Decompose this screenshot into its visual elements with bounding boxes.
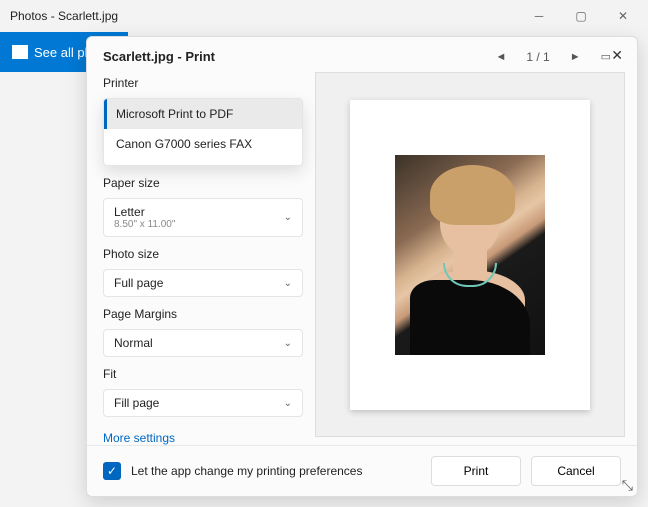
printer-option[interactable]: Canon G7000 series [104, 159, 302, 166]
preview-photo [395, 155, 545, 355]
prev-page-icon[interactable]: ◄ [495, 51, 506, 63]
print-preview [315, 72, 625, 437]
page-navigator: ◄ 1 / 1 ► ▭ [495, 50, 621, 64]
chevron-down-icon: ⌄ [284, 278, 292, 289]
printer-dropdown-open[interactable]: Microsoft Print to PDF Canon G7000 serie… [103, 98, 303, 166]
print-options-panel: Printer Microsoft Print to PDF Canon G70… [103, 72, 303, 445]
photo-size-label: Photo size [103, 247, 303, 261]
margins-value: Normal [114, 336, 153, 350]
printer-label: Printer [103, 76, 303, 90]
dialog-header: Scarlett.jpg - Print ◄ 1 / 1 ► ▭ [87, 37, 637, 72]
fit-page-icon[interactable]: ▭ [601, 50, 611, 63]
paper-size-select[interactable]: Letter 8.50" x 11.00" ⌄ [103, 198, 303, 237]
chevron-down-icon: ⌄ [284, 398, 292, 409]
more-settings-link[interactable]: More settings [103, 431, 303, 445]
window-title: Photos - Scarlett.jpg [10, 9, 118, 23]
window-controls: ─ ▢ ✕ [518, 2, 644, 30]
paper-size-sub: 8.50" x 11.00" [114, 219, 175, 230]
close-button[interactable]: ✕ [602, 2, 644, 30]
fit-value: Fill page [114, 396, 159, 410]
print-button[interactable]: Print [431, 456, 521, 486]
chevron-down-icon: ⌄ [284, 212, 292, 223]
preview-page [350, 100, 590, 410]
maximize-button[interactable]: ▢ [560, 2, 602, 30]
printer-option[interactable]: Microsoft Print to PDF [104, 99, 302, 129]
dialog-footer: ✓ Let the app change my printing prefere… [87, 445, 637, 496]
resize-grip-icon[interactable]: ⤡ [622, 477, 633, 494]
photos-icon [12, 45, 28, 59]
close-icon[interactable]: ✕ [611, 47, 623, 64]
next-page-icon[interactable]: ► [570, 51, 581, 63]
print-dialog: ✕ Scarlett.jpg - Print ◄ 1 / 1 ► ▭ Print… [86, 36, 638, 497]
preferences-checkbox[interactable]: ✓ [103, 462, 121, 480]
page-indicator: 1 / 1 [526, 50, 549, 64]
preferences-label: Let the app change my printing preferenc… [131, 464, 362, 478]
minimize-button[interactable]: ─ [518, 2, 560, 30]
paper-size-label: Paper size [103, 176, 303, 190]
margins-label: Page Margins [103, 307, 303, 321]
cancel-button[interactable]: Cancel [531, 456, 621, 486]
titlebar: Photos - Scarlett.jpg ─ ▢ ✕ [0, 0, 648, 32]
paper-size-value: Letter [114, 205, 145, 219]
dialog-title: Scarlett.jpg - Print [103, 49, 215, 64]
fit-select[interactable]: Fill page ⌄ [103, 389, 303, 417]
printer-option[interactable]: Canon G7000 series FAX [104, 129, 302, 159]
photo-size-value: Full page [114, 276, 163, 290]
margins-select[interactable]: Normal ⌄ [103, 329, 303, 357]
chevron-down-icon: ⌄ [284, 338, 292, 349]
fit-label: Fit [103, 367, 303, 381]
photo-size-select[interactable]: Full page ⌄ [103, 269, 303, 297]
